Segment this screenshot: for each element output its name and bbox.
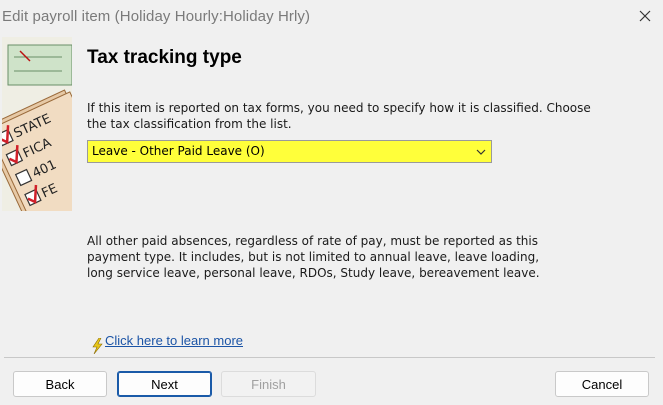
chevron-down-icon (476, 149, 486, 155)
cancel-button[interactable]: Cancel (555, 371, 649, 397)
close-icon (639, 10, 651, 22)
next-button[interactable]: Next (117, 371, 212, 397)
tax-forms-illustration: STATE FICA 401 FE (2, 37, 72, 211)
tax-forms-checklist-icon: STATE FICA 401 FE (2, 37, 72, 211)
window-title: Edit payroll item (Holiday Hourly:Holida… (2, 8, 311, 25)
select-value: Leave - Other Paid Leave (O) (92, 144, 265, 158)
instructions-text: If this item is reported on tax forms, y… (87, 101, 591, 131)
close-button[interactable] (635, 6, 655, 26)
page-title: Tax tracking type (87, 47, 242, 68)
description-text: All other paid absences, regardless of r… (87, 234, 540, 280)
tax-tracking-type-select[interactable]: Leave - Other Paid Leave (O) (87, 140, 492, 163)
finish-button[interactable]: Finish (221, 371, 316, 397)
back-button[interactable]: Back (13, 371, 107, 397)
learn-more-link[interactable]: Click here to learn more (105, 333, 243, 348)
title-bar: Edit payroll item (Holiday Hourly:Holida… (0, 0, 663, 33)
lightning-icon (92, 338, 103, 354)
footer-divider (4, 357, 655, 358)
